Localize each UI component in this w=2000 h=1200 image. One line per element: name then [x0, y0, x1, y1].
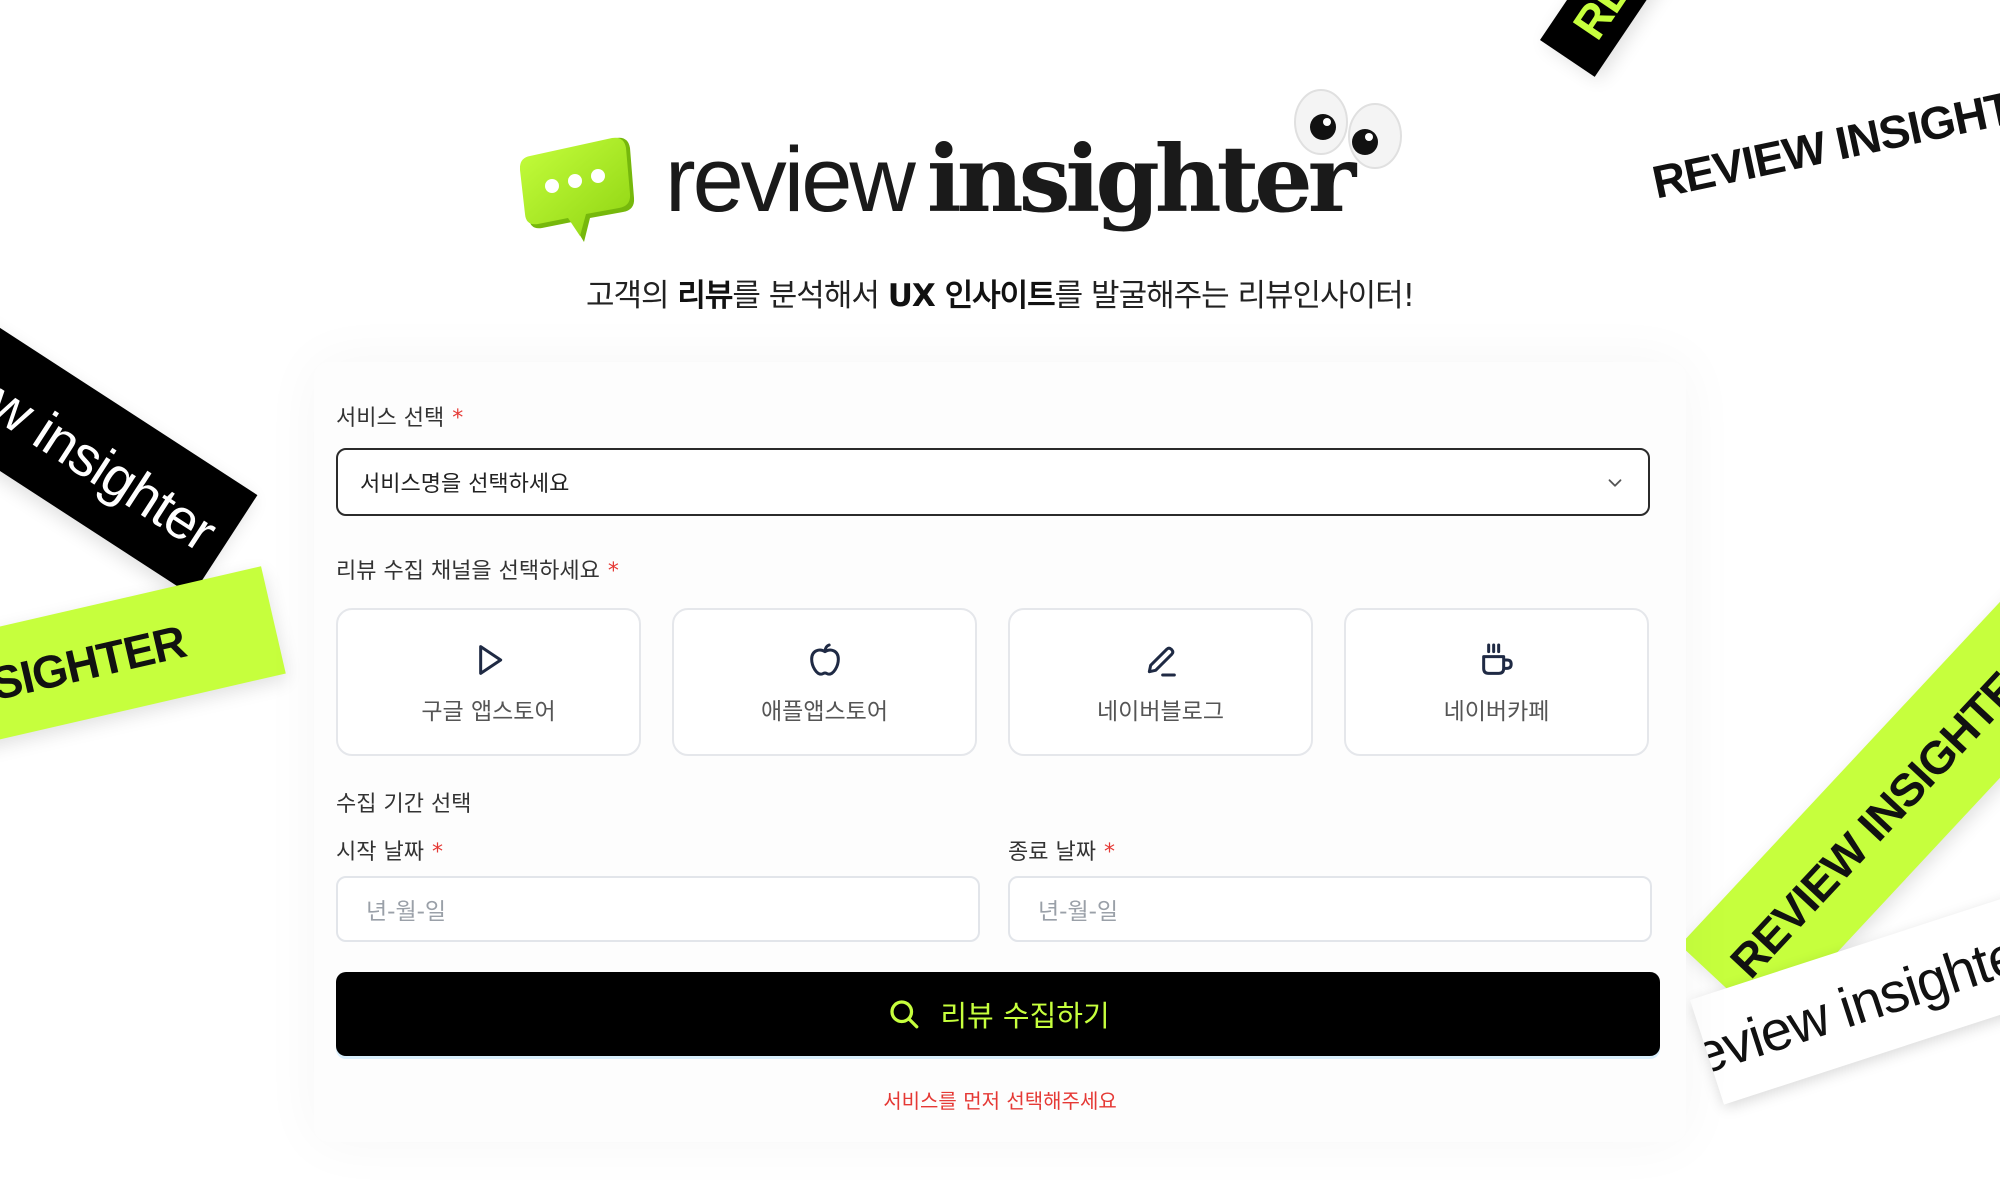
- coffee-cup-icon: [1481, 643, 1513, 675]
- channel-label-naver-cafe: 네이버카페: [1443, 699, 1550, 725]
- service-label: 서비스 선택 *: [336, 400, 463, 432]
- required-mark: *: [1103, 840, 1115, 865]
- ribbon-left-lime: REVIEW INSIGHTER: [0, 566, 286, 753]
- collect-reviews-button[interactable]: 리뷰 수집하기: [336, 972, 1660, 1056]
- channel-label-google: 구글 앱스토어: [421, 699, 556, 725]
- ribbon-text: REVIEW INSIGHTER: [1647, 68, 2000, 209]
- channel-naver-cafe[interactable]: 네이버카페: [1344, 608, 1649, 756]
- chat-bubble-icon: [520, 137, 635, 242]
- start-date-label-text: 시작 날짜: [336, 840, 424, 865]
- end-date-label: 종료 날짜 *: [1008, 834, 1115, 866]
- start-date-placeholder: 년-월-일: [366, 899, 447, 925]
- channel-label: 리뷰 수집 채널을 선택하세요 *: [336, 553, 619, 585]
- eyes-icon: [1294, 89, 1402, 169]
- pencil-icon: [1147, 646, 1176, 677]
- channel-label-apple: 애플앱스토어: [761, 699, 888, 725]
- channel-google-play[interactable]: 구글 앱스토어: [336, 608, 641, 756]
- service-label-text: 서비스 선택: [336, 406, 445, 431]
- required-mark: *: [452, 406, 464, 431]
- ribbon-top-right-white: REVIEW INSIGHTER: [1640, 62, 2000, 219]
- start-date-label: 시작 날짜 *: [336, 834, 443, 866]
- ribbon-text: review insighter: [0, 306, 228, 563]
- collect-reviews-label: 리뷰 수집하기: [940, 999, 1110, 1033]
- search-icon: [890, 1000, 919, 1029]
- required-mark: *: [607, 559, 619, 584]
- ribbon-text: REVIEW INSIGHTER: [0, 615, 191, 752]
- logo: review insighter: [520, 82, 1420, 252]
- error-message: 서비스를 먼저 선택해주세요: [883, 1089, 1117, 1113]
- period-label: 수집 기간 선택: [336, 792, 472, 817]
- logo-text-light: review: [665, 129, 916, 231]
- tagline-text: 고객의: [585, 278, 678, 314]
- service-select-value: 서비스명을 선택하세요: [360, 472, 570, 497]
- channel-label-text: 리뷰 수집 채널을 선택하세요: [336, 559, 600, 584]
- apple-icon: [809, 643, 840, 676]
- channel-apple-store[interactable]: 애플앱스토어: [672, 608, 977, 756]
- play-icon: [478, 645, 502, 675]
- chevron-down-icon: [1608, 479, 1622, 487]
- start-date-input[interactable]: 년-월-일: [336, 876, 980, 942]
- end-date-input[interactable]: 년-월-일: [1008, 876, 1652, 942]
- tagline-bold: 리뷰: [677, 278, 733, 314]
- tagline-text: 를 발굴해주는 리뷰인사이터!: [1054, 278, 1415, 314]
- tagline-text: 를 분석해서: [732, 278, 888, 314]
- required-mark: *: [431, 840, 443, 865]
- tagline: 고객의 리뷰를 분석해서 UX 인사이트를 발굴해주는 리뷰인사이터!: [0, 270, 2000, 315]
- end-date-label-text: 종료 날짜: [1008, 840, 1096, 865]
- end-date-placeholder: 년-월-일: [1038, 899, 1119, 925]
- channel-naver-blog[interactable]: 네이버블로그: [1008, 608, 1313, 756]
- logo-text: review insighter: [665, 124, 1356, 235]
- ribbon-text: REVIEW INSIGHTER: [1545, 0, 1808, 74]
- channel-label-naver-blog: 네이버블로그: [1097, 699, 1224, 725]
- ribbon-top-right-black: REVIEW INSIGHTER: [1540, 0, 1808, 77]
- service-select[interactable]: 서비스명을 선택하세요: [336, 448, 1650, 516]
- tagline-bold: UX 인사이트: [887, 278, 1056, 314]
